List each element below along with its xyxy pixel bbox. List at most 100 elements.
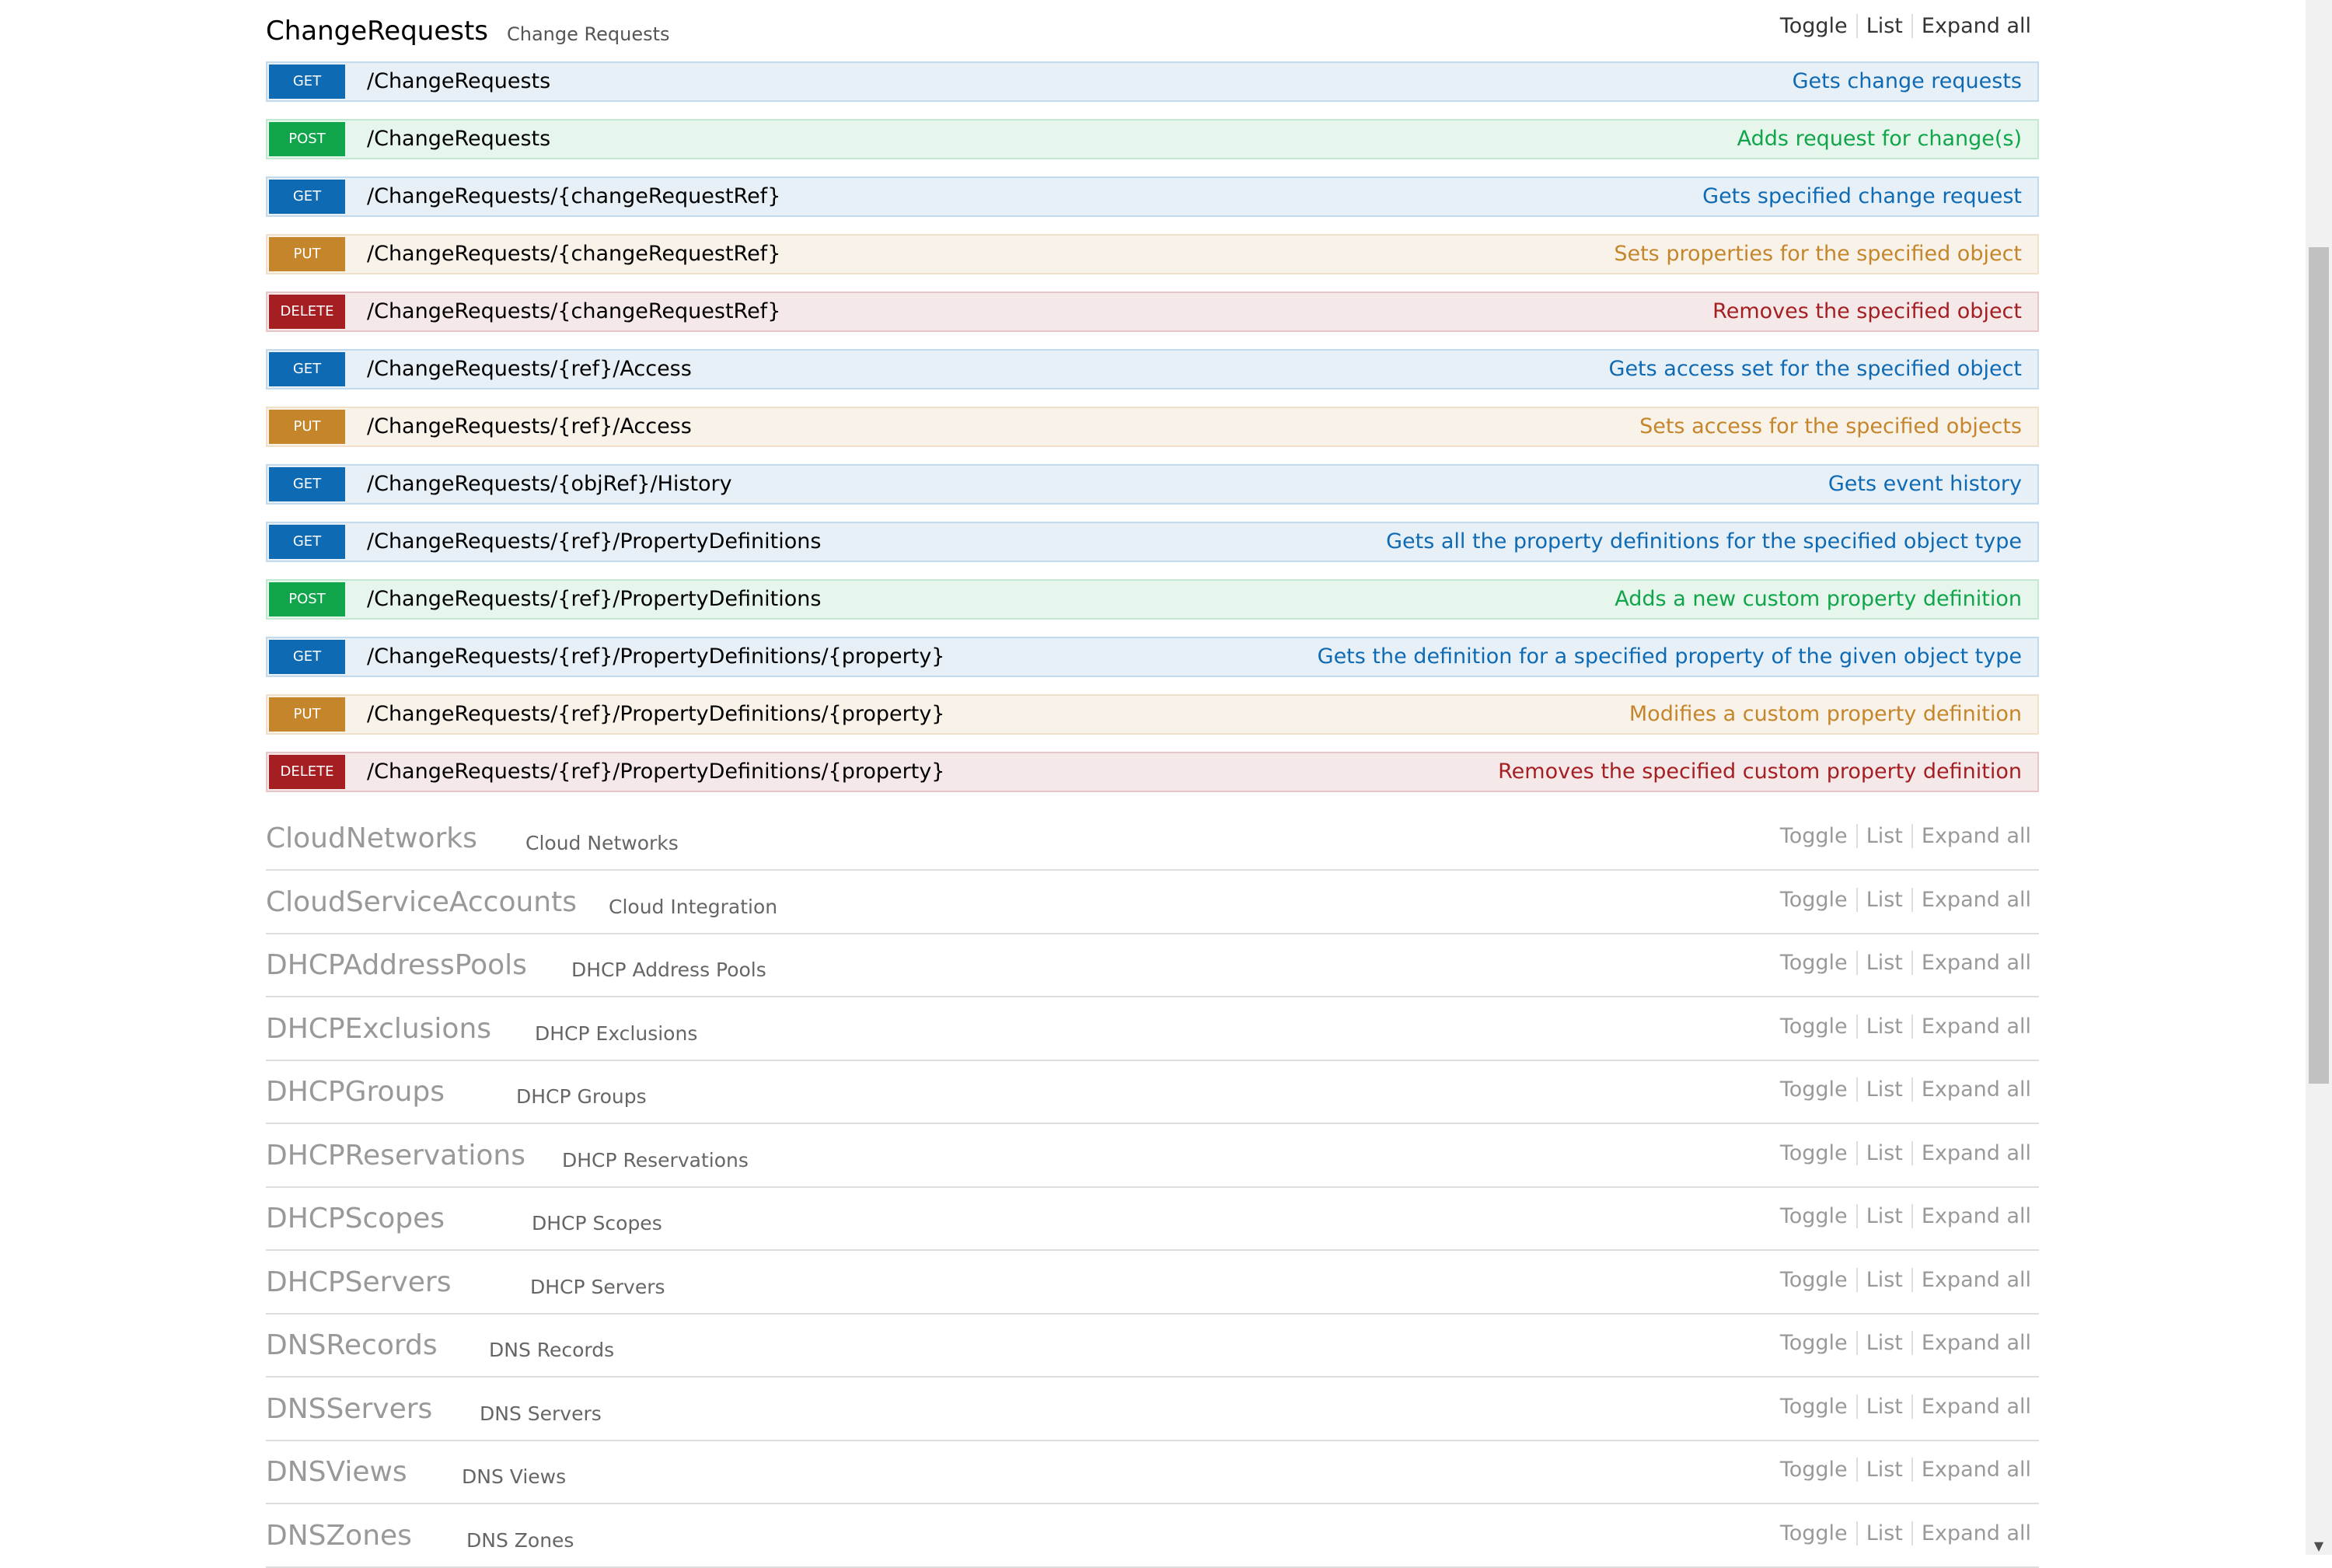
operation-path[interactable]: /ChangeRequests — [367, 63, 550, 100]
list-link[interactable]: List — [1858, 1331, 1913, 1355]
toggle-link[interactable]: Toggle — [1772, 1014, 1858, 1039]
http-method-badge[interactable]: GET — [269, 180, 345, 214]
list-link[interactable]: List — [1858, 824, 1913, 848]
operation-row[interactable]: GET/ChangeRequests/{ref}/PropertyDefinit… — [266, 522, 2039, 562]
http-method-badge[interactable]: GET — [269, 352, 345, 386]
toggle-link[interactable]: Toggle — [1772, 888, 1858, 912]
resource-name[interactable]: DHCPReservations — [266, 1140, 525, 1172]
operation-path[interactable]: /ChangeRequests — [367, 120, 550, 158]
expand-all-link[interactable]: Expand all — [1913, 14, 2031, 38]
scrollbar-thumb[interactable] — [2309, 247, 2329, 1084]
operation-summary[interactable]: Gets specified change request — [1702, 178, 2022, 215]
http-method-badge[interactable]: DELETE — [269, 295, 345, 329]
toggle-link[interactable]: Toggle — [1772, 14, 1858, 38]
resource-name[interactable]: DHCPGroups — [266, 1076, 445, 1108]
operation-summary[interactable]: Gets change requests — [1793, 63, 2022, 100]
list-link[interactable]: List — [1858, 14, 1913, 38]
list-link[interactable]: List — [1858, 1395, 1913, 1419]
operation-row[interactable]: DELETE/ChangeRequests/{changeRequestRef}… — [266, 292, 2039, 332]
list-link[interactable]: List — [1858, 1141, 1913, 1165]
toggle-link[interactable]: Toggle — [1772, 1331, 1858, 1355]
http-method-badge[interactable]: PUT — [269, 410, 345, 444]
list-link[interactable]: List — [1858, 1014, 1913, 1039]
expand-all-link[interactable]: Expand all — [1913, 1204, 2031, 1228]
operation-path[interactable]: /ChangeRequests/{ref}/Access — [367, 351, 692, 388]
list-link[interactable]: List — [1858, 1268, 1913, 1292]
toggle-link[interactable]: Toggle — [1772, 1077, 1858, 1102]
resource-name[interactable]: DNSZones — [266, 1520, 412, 1552]
operation-row[interactable]: GET/ChangeRequests/{changeRequestRef} Get… — [266, 176, 2039, 217]
expand-all-link[interactable]: Expand all — [1913, 1077, 2031, 1102]
operation-row[interactable]: GET/ChangeRequests Gets change requests — [266, 61, 2039, 102]
operation-path[interactable]: /ChangeRequests/{changeRequestRef} — [367, 293, 780, 330]
toggle-link[interactable]: Toggle — [1772, 1395, 1858, 1419]
http-method-badge[interactable]: GET — [269, 467, 345, 501]
operation-path[interactable]: /ChangeRequests/{objRef}/History — [367, 466, 732, 503]
triangle-down-icon[interactable]: ▼ — [2306, 1538, 2332, 1553]
http-method-badge[interactable]: GET — [269, 65, 345, 99]
http-method-badge[interactable]: GET — [269, 640, 345, 674]
toggle-link[interactable]: Toggle — [1772, 1141, 1858, 1165]
vertical-scrollbar[interactable]: ▼ — [2306, 0, 2332, 1555]
operation-path[interactable]: /ChangeRequests/{changeRequestRef} — [367, 236, 780, 273]
operation-row[interactable]: POST/ChangeRequests Adds request for chan… — [266, 119, 2039, 159]
resource-name[interactable]: DNSViews — [266, 1456, 407, 1488]
list-link[interactable]: List — [1858, 1521, 1913, 1545]
operation-path[interactable]: /ChangeRequests/{ref}/PropertyDefinition… — [367, 638, 944, 676]
operation-summary[interactable]: Sets access for the specified objects — [1639, 408, 2022, 445]
expand-all-link[interactable]: Expand all — [1913, 951, 2031, 975]
http-method-badge[interactable]: POST — [269, 582, 345, 616]
list-link[interactable]: List — [1858, 1204, 1913, 1228]
resource-name[interactable]: DNSRecords — [266, 1329, 438, 1361]
operation-summary[interactable]: Adds a new custom property definition — [1615, 581, 2022, 618]
operation-row[interactable]: POST/ChangeRequests/{ref}/PropertyDefini… — [266, 579, 2039, 620]
resource-name[interactable]: DNSServers — [266, 1393, 432, 1425]
expand-all-link[interactable]: Expand all — [1913, 1014, 2031, 1039]
toggle-link[interactable]: Toggle — [1772, 1458, 1858, 1482]
toggle-link[interactable]: Toggle — [1772, 1521, 1858, 1545]
operation-path[interactable]: /ChangeRequests/{ref}/PropertyDefinition… — [367, 523, 821, 560]
list-link[interactable]: List — [1858, 1458, 1913, 1482]
operation-row[interactable]: GET/ChangeRequests/{objRef}/History Gets … — [266, 464, 2039, 505]
toggle-link[interactable]: Toggle — [1772, 1268, 1858, 1292]
resource-title[interactable]: ChangeRequests — [266, 16, 488, 47]
operation-row[interactable]: GET/ChangeRequests/{ref}/PropertyDefinit… — [266, 637, 2039, 677]
operation-row[interactable]: PUT/ChangeRequests/{ref}/PropertyDefinit… — [266, 694, 2039, 735]
operation-path[interactable]: /ChangeRequests/{changeRequestRef} — [367, 178, 780, 215]
toggle-link[interactable]: Toggle — [1772, 951, 1858, 975]
expand-all-link[interactable]: Expand all — [1913, 888, 2031, 912]
resource-name[interactable]: DHCPAddressPools — [266, 949, 527, 981]
resource-name[interactable]: CloudNetworks — [266, 822, 477, 854]
operation-summary[interactable]: Removes the specified custom property de… — [1498, 753, 2022, 791]
operation-summary[interactable]: Adds request for change(s) — [1737, 120, 2022, 158]
operation-row[interactable]: GET/ChangeRequests/{ref}/Access Gets acce… — [266, 349, 2039, 389]
operation-row[interactable]: PUT/ChangeRequests/{changeRequestRef} Set… — [266, 234, 2039, 274]
toggle-link[interactable]: Toggle — [1772, 1204, 1858, 1228]
operation-path[interactable]: /ChangeRequests/{ref}/Access — [367, 408, 692, 445]
http-method-badge[interactable]: GET — [269, 525, 345, 559]
expand-all-link[interactable]: Expand all — [1913, 1331, 2031, 1355]
resource-name[interactable]: DHCPServers — [266, 1266, 451, 1298]
resource-name[interactable]: DHCPScopes — [266, 1203, 445, 1234]
expand-all-link[interactable]: Expand all — [1913, 824, 2031, 848]
expand-all-link[interactable]: Expand all — [1913, 1395, 2031, 1419]
http-method-badge[interactable]: DELETE — [269, 755, 345, 789]
http-method-badge[interactable]: POST — [269, 122, 345, 156]
operation-summary[interactable]: Modifies a custom property definition — [1629, 696, 2022, 733]
operation-path[interactable]: /ChangeRequests/{ref}/PropertyDefinition… — [367, 753, 944, 791]
list-link[interactable]: List — [1858, 888, 1913, 912]
resource-name[interactable]: DHCPExclusions — [266, 1013, 491, 1045]
operation-summary[interactable]: Gets event history — [1828, 466, 2022, 503]
operation-summary[interactable]: Removes the specified object — [1712, 293, 2022, 330]
operation-path[interactable]: /ChangeRequests/{ref}/PropertyDefinition… — [367, 581, 821, 618]
list-link[interactable]: List — [1858, 951, 1913, 975]
expand-all-link[interactable]: Expand all — [1913, 1521, 2031, 1545]
resource-name[interactable]: CloudServiceAccounts — [266, 886, 577, 918]
expand-all-link[interactable]: Expand all — [1913, 1458, 2031, 1482]
operation-summary[interactable]: Gets access set for the specified object — [1609, 351, 2022, 388]
expand-all-link[interactable]: Expand all — [1913, 1268, 2031, 1292]
operation-row[interactable]: PUT/ChangeRequests/{ref}/Access Sets acce… — [266, 407, 2039, 447]
toggle-link[interactable]: Toggle — [1772, 824, 1858, 848]
operation-path[interactable]: /ChangeRequests/{ref}/PropertyDefinition… — [367, 696, 944, 733]
http-method-badge[interactable]: PUT — [269, 697, 345, 732]
